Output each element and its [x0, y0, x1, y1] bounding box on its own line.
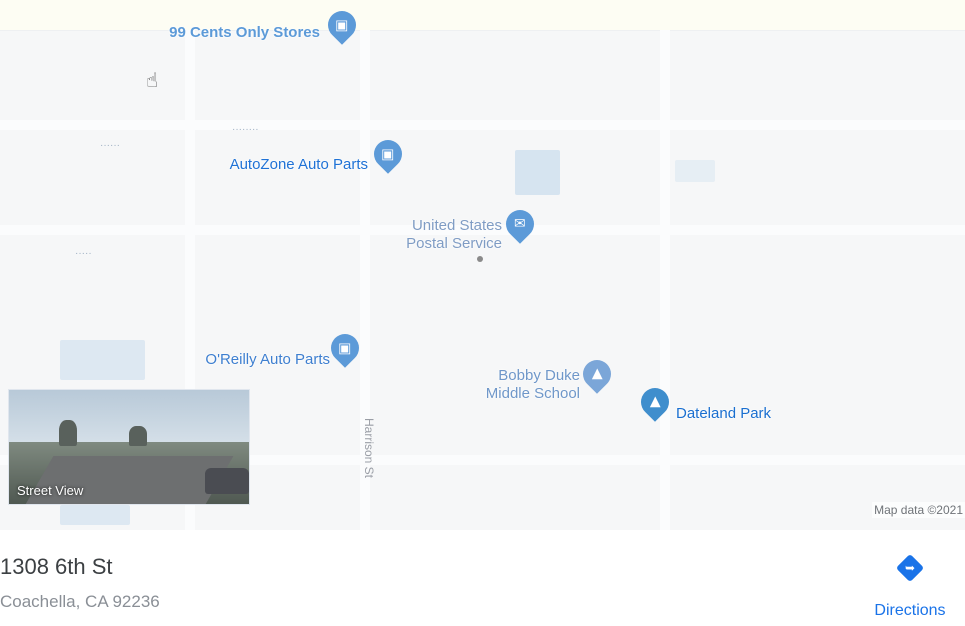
shopping-bag-icon: ▣: [335, 17, 349, 34]
shopping-bag-icon: ▣: [381, 146, 395, 163]
street-view-thumbnail[interactable]: Street View: [8, 389, 250, 505]
school-icon: ▲: [591, 366, 603, 382]
street-view-tree: [59, 420, 77, 446]
tree-icon: ▲: [649, 394, 661, 410]
place-label-bobby-duke-line1[interactable]: Bobby Duke: [420, 367, 580, 385]
map-attribution: Map data ©2021: [872, 502, 965, 518]
hand-cursor-icon: ☝: [146, 70, 159, 92]
directions-icon: ➥: [895, 553, 925, 583]
place-pin-usps[interactable]: ✉: [500, 204, 540, 244]
directions-label: Directions: [874, 602, 946, 619]
directions-button[interactable]: ➥ Directions: [855, 552, 965, 622]
street-view-label: Street View: [17, 483, 84, 498]
place-pin-bobby-duke[interactable]: ▲: [577, 354, 617, 394]
place-label-usps-line2[interactable]: Postal Service: [340, 235, 502, 253]
address-line1: 1308 6th St: [0, 554, 113, 579]
place-pin-autozone[interactable]: ▣: [368, 134, 408, 174]
map-building: [675, 160, 715, 182]
place-label-usps-line1[interactable]: United States: [340, 217, 502, 235]
shopping-bag-icon: ▣: [338, 340, 352, 357]
place-pin-oreilly[interactable]: ▣: [325, 328, 365, 368]
map-building: [515, 150, 560, 195]
place-label-oreilly[interactable]: O'Reilly Auto Parts: [120, 351, 330, 369]
faint-street-label: ·····: [75, 248, 92, 259]
street-view-car: [205, 468, 249, 494]
map-building: [60, 505, 130, 525]
place-label-dateland-park[interactable]: Dateland Park: [676, 405, 771, 423]
directions-arrow-icon: ➥: [904, 561, 916, 575]
map-point-marker: [477, 256, 483, 262]
place-label-autozone[interactable]: AutoZone Auto Parts: [130, 156, 368, 174]
mail-icon: ✉: [514, 216, 526, 233]
street-label-harrison: Harrison St: [362, 418, 376, 479]
address-block: 1308 6th St Coachella, CA 92236: [0, 552, 160, 614]
place-label-99-cents[interactable]: 99 Cents Only Stores: [90, 24, 320, 42]
address-line2: Coachella, CA 92236: [0, 592, 160, 611]
place-label-bobby-duke-line2[interactable]: Middle School: [420, 385, 580, 403]
faint-street-label: ········: [232, 124, 259, 135]
street-view-tree: [129, 426, 147, 446]
map-road: [0, 120, 965, 130]
map-view[interactable]: ········ ······ ····· 99 Cents Only Stor…: [0, 0, 965, 530]
faint-street-label: ······: [100, 140, 120, 151]
